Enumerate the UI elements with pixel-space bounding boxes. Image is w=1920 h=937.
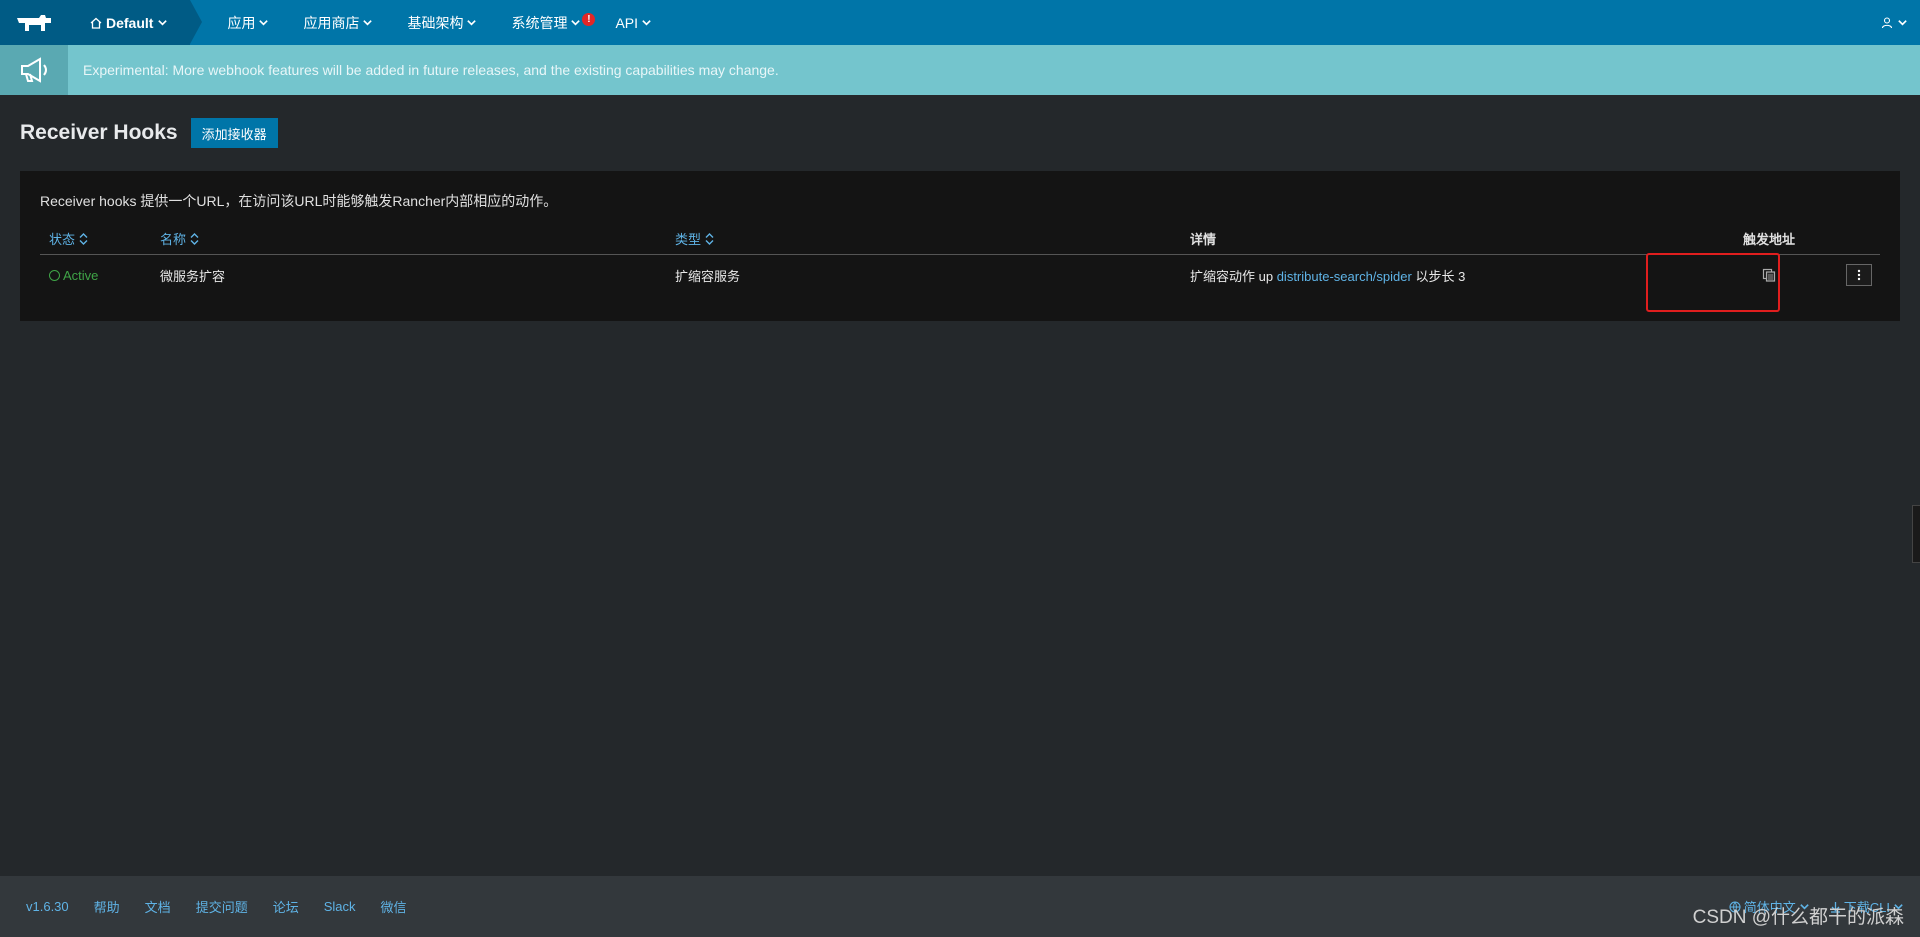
chevron-down-icon <box>158 20 168 26</box>
footer-link-slack[interactable]: Slack <box>324 899 356 914</box>
table-row: Active 微服务扩容 扩缩容服务 扩缩容动作 up distribute-s… <box>40 255 1880 295</box>
column-header-name[interactable]: 名称 <box>160 229 675 248</box>
copy-trigger-url-button[interactable] <box>1758 264 1780 286</box>
page-header: Receiver Hooks 添加接收器 <box>0 117 1920 149</box>
chevron-down-icon <box>467 20 477 26</box>
row-name: 微服务扩容 <box>160 268 226 284</box>
rancher-logo[interactable] <box>0 0 68 45</box>
column-header-type-label: 类型 <box>675 232 702 247</box>
chevron-down-icon <box>642 20 651 26</box>
receiver-hooks-description: Receiver hooks 提供一个URL，在访问该URL时能够触发Ranch… <box>40 193 558 209</box>
footer: v1.6.30 帮助 文档 提交问题 论坛 Slack 微信 简体中文 下载CL… <box>0 876 1920 937</box>
footer-link-docs[interactable]: 文档 <box>145 897 171 916</box>
service-link[interactable]: distribute-search/spider <box>1277 269 1412 284</box>
column-header-detail: 详情 <box>1190 229 1704 248</box>
user-icon <box>1881 16 1893 28</box>
column-header-type[interactable]: 类型 <box>675 229 1190 248</box>
column-header-trigger: 触发地址 <box>1704 229 1834 248</box>
column-header-detail-label: 详情 <box>1190 232 1217 247</box>
rancher-cow-icon <box>17 14 51 31</box>
column-header-name-label: 名称 <box>160 232 187 247</box>
nav-apps[interactable]: 应用 <box>210 0 286 45</box>
column-header-state-label: 状态 <box>49 232 76 247</box>
nav-apps-label: 应用 <box>227 14 256 31</box>
kebab-icon <box>1857 269 1861 281</box>
row-detail-prefix: 扩缩容动作 up <box>1190 268 1274 284</box>
row-state: Active <box>40 268 160 283</box>
sort-icon <box>705 232 714 245</box>
footer-link-help[interactable]: 帮助 <box>94 897 120 916</box>
row-type: 扩缩容服务 <box>675 268 741 284</box>
megaphone-icon <box>0 45 68 95</box>
row-detail-suffix: 以步长 3 <box>1415 268 1466 284</box>
add-receiver-button[interactable]: 添加接收器 <box>190 118 278 148</box>
alert-badge: ! <box>582 13 596 26</box>
row-actions-menu-button[interactable] <box>1846 264 1872 286</box>
nav-catalog[interactable]: 应用商店 <box>286 0 390 45</box>
table-header: 状态 名称 类型 详情 触发地址 <box>40 223 1880 255</box>
status-badge: Active <box>49 268 160 283</box>
footer-link-forums[interactable]: 论坛 <box>273 897 299 916</box>
footer-version[interactable]: v1.6.30 <box>26 899 69 914</box>
footer-link-issues[interactable]: 提交问题 <box>196 897 248 916</box>
chevron-down-icon <box>571 20 581 26</box>
footer-link-wechat[interactable]: 微信 <box>381 897 407 916</box>
receiver-hooks-table: 状态 名称 类型 详情 触发地址 Active 微服务扩容 扩缩容服务 扩缩容动… <box>40 223 1880 295</box>
nav-admin[interactable]: 系统管理 ! <box>494 0 598 45</box>
sort-icon <box>190 232 199 245</box>
environment-label: Default <box>106 14 154 31</box>
nav-api-label: API <box>615 14 639 31</box>
column-header-trigger-label: 触发地址 <box>1742 232 1795 247</box>
nav-admin-label: 系统管理 <box>511 14 568 31</box>
experimental-banner: Experimental: More webhook features will… <box>0 45 1920 95</box>
home-icon <box>90 17 102 29</box>
csdn-watermark: CSDN @什么都干的派森 <box>1692 907 1904 928</box>
side-panel-handle[interactable] <box>1912 505 1920 563</box>
banner-text: Experimental: More webhook features will… <box>83 62 779 78</box>
nav-catalog-label: 应用商店 <box>303 14 360 31</box>
chevron-down-icon <box>363 20 373 26</box>
chevron-down-icon <box>1898 20 1907 26</box>
page-title: Receiver Hooks <box>20 121 178 144</box>
nav-infrastructure[interactable]: 基础架构 <box>390 0 494 45</box>
column-header-state[interactable]: 状态 <box>40 229 160 248</box>
status-label: Active <box>63 267 99 283</box>
top-nav: Default 应用 应用商店 基础架构 系统管理 ! API <box>0 0 1920 45</box>
nav-api[interactable]: API <box>598 0 669 45</box>
receiver-hooks-card: Receiver hooks 提供一个URL，在访问该URL时能够触发Ranch… <box>20 171 1900 321</box>
chevron-down-icon <box>259 20 269 26</box>
environment-switcher[interactable]: Default <box>68 0 203 45</box>
row-trigger <box>1704 264 1834 286</box>
row-detail: 扩缩容动作 up distribute-search/spider 以步长 3 <box>1190 266 1704 285</box>
copy-icon <box>1762 268 1776 282</box>
user-menu[interactable] <box>1881 0 1908 45</box>
nav-infrastructure-label: 基础架构 <box>407 14 464 31</box>
status-circle-icon <box>49 269 60 281</box>
sort-icon <box>79 232 88 245</box>
